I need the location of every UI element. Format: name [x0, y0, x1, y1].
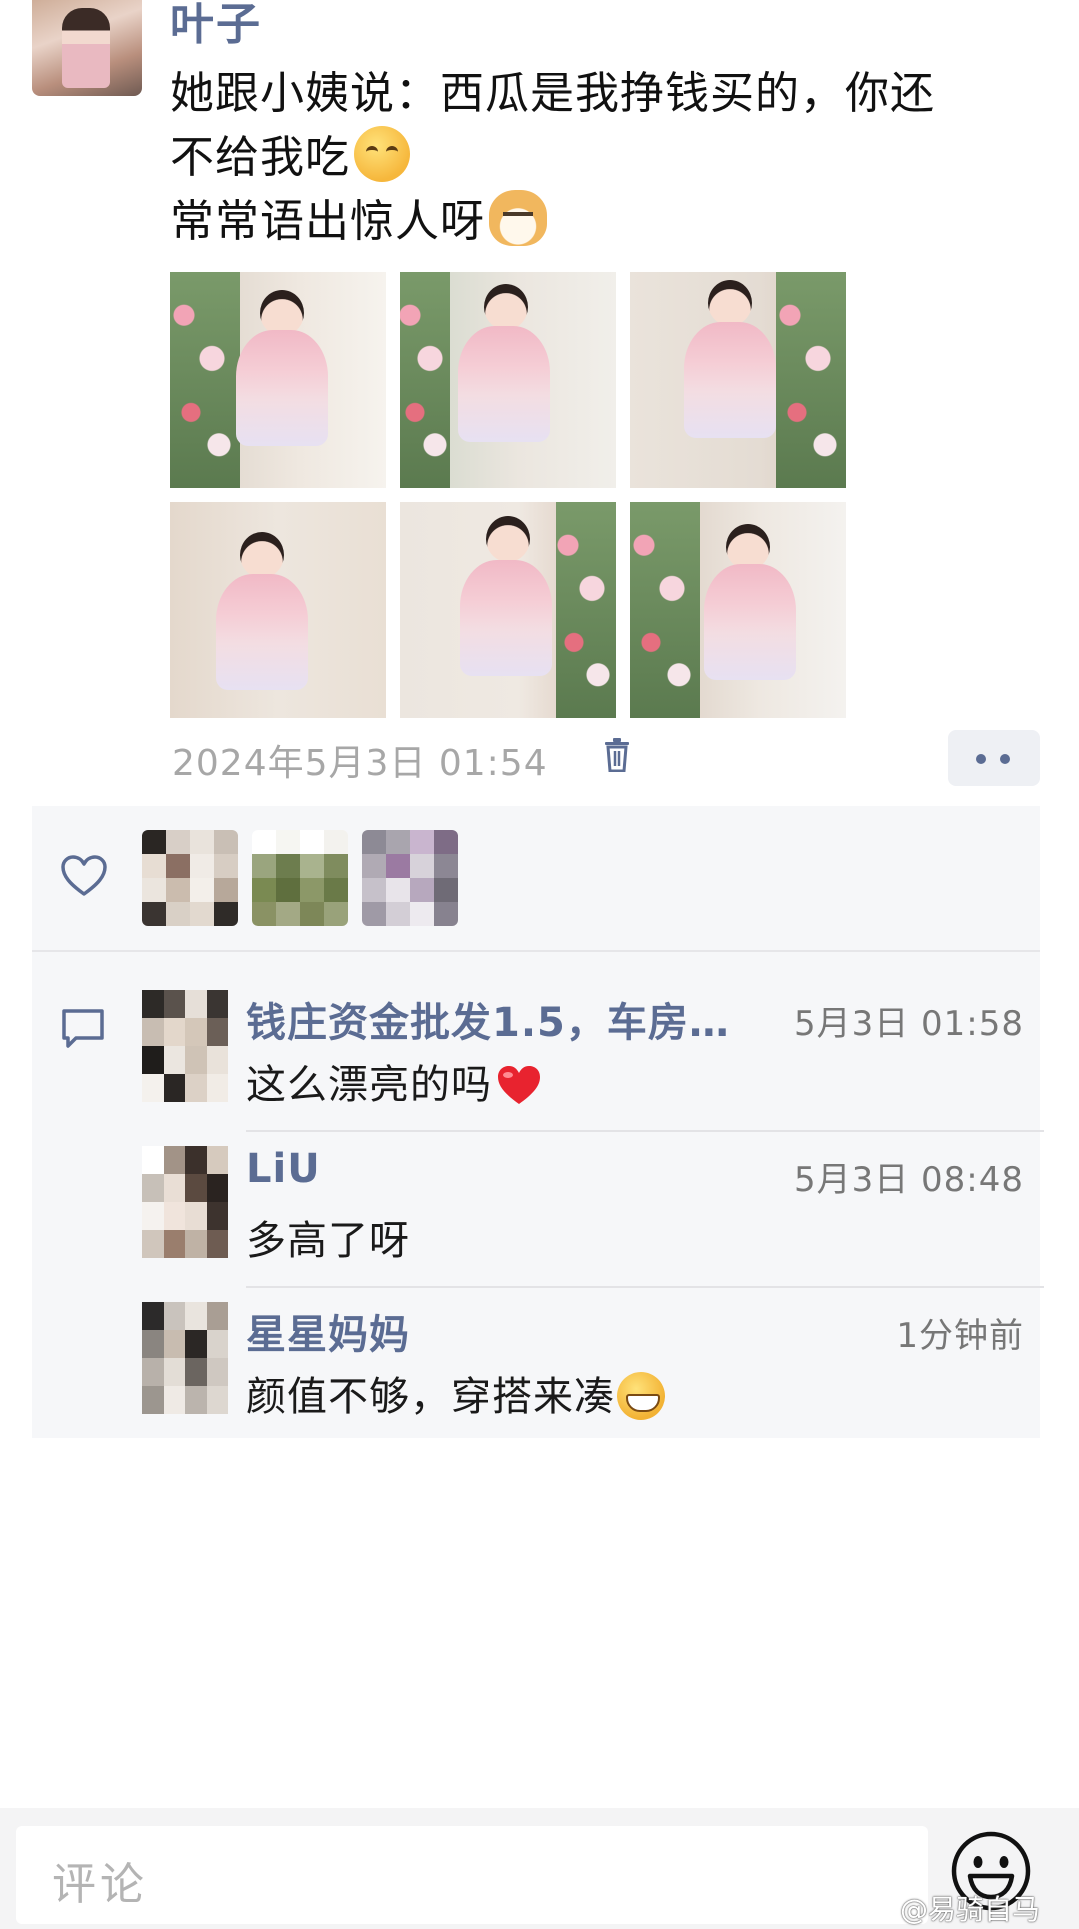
- more-dots-icon: [976, 754, 986, 764]
- comment-icon: [62, 1009, 104, 1048]
- photo-thumbnail[interactable]: [400, 272, 616, 488]
- comment-item[interactable]: 钱庄资金批发1.5，车房… 5月3日 01:58 这么漂亮的吗: [142, 990, 1042, 1108]
- author-name[interactable]: 叶子: [170, 0, 262, 52]
- liker-avatar[interactable]: [252, 830, 348, 926]
- more-options-button[interactable]: [948, 730, 1040, 786]
- comment-text: 这么漂亮的吗: [246, 1052, 542, 1110]
- post-text-line-1: 她跟小姨说：西瓜是我挣钱买的，你还: [170, 68, 935, 119]
- interaction-panel: 钱庄资金批发1.5，车房… 5月3日 01:58 这么漂亮的吗 LiU 5月3日…: [32, 806, 1044, 1438]
- likes-row: [32, 806, 1040, 952]
- liker-avatar[interactable]: [362, 830, 458, 926]
- commenter-avatar[interactable]: [142, 990, 228, 1102]
- comment-time: 5月3日 01:58: [793, 1004, 1024, 1044]
- photo-thumbnail[interactable]: [170, 502, 386, 718]
- photo-thumbnail[interactable]: [630, 502, 846, 718]
- comment-item[interactable]: LiU 5月3日 08:48 多高了呀: [142, 1146, 1042, 1264]
- post-text: 她跟小姨说：西瓜是我挣钱买的，你还 不给我吃 常常语出惊人呀: [170, 62, 1050, 254]
- comment-divider: [246, 1130, 1044, 1132]
- heart-icon: [61, 855, 107, 896]
- comment-time: 5月3日 08:48: [793, 1160, 1024, 1200]
- photo-thumbnail[interactable]: [630, 272, 846, 488]
- comment-item[interactable]: 星星妈妈 1分钟前 颜值不够，穿搭来凑: [142, 1302, 1042, 1420]
- trash-icon[interactable]: [604, 738, 630, 772]
- photo-thumbnail[interactable]: [400, 502, 616, 718]
- commenter-avatar[interactable]: [142, 1146, 228, 1258]
- post-text-line-3: 常常语出惊人呀: [170, 190, 1050, 254]
- post-timestamp: 2024年5月3日 01:54: [172, 743, 548, 784]
- watermark: @易骑自马: [900, 1893, 1041, 1926]
- comment-time: 1分钟前: [896, 1316, 1024, 1356]
- photo-thumbnail[interactable]: [170, 272, 386, 488]
- comment-text: 多高了呀: [246, 1218, 410, 1264]
- commenter-name[interactable]: 星星妈妈: [246, 1302, 410, 1360]
- liker-avatar[interactable]: [142, 830, 238, 926]
- sweat-face-emoji-icon: [354, 126, 410, 182]
- grin-emoji-icon: [617, 1372, 665, 1420]
- photo-grid: [170, 272, 850, 718]
- comment-divider: [246, 1286, 1044, 1288]
- commenter-avatar[interactable]: [142, 1302, 228, 1414]
- post-text-line-2: 不给我吃: [170, 126, 1050, 190]
- weibo-icon: [862, 1888, 898, 1916]
- commenter-name[interactable]: LiU: [246, 1146, 321, 1192]
- red-heart-emoji-icon: [498, 1066, 540, 1104]
- doge-emoji-icon: [489, 190, 547, 246]
- author-avatar[interactable]: [32, 0, 142, 96]
- commenter-name[interactable]: 钱庄资金批发1.5，车房…: [246, 990, 730, 1048]
- comment-input[interactable]: 评论: [16, 1826, 928, 1924]
- comment-text: 颜值不够，穿搭来凑: [246, 1364, 665, 1422]
